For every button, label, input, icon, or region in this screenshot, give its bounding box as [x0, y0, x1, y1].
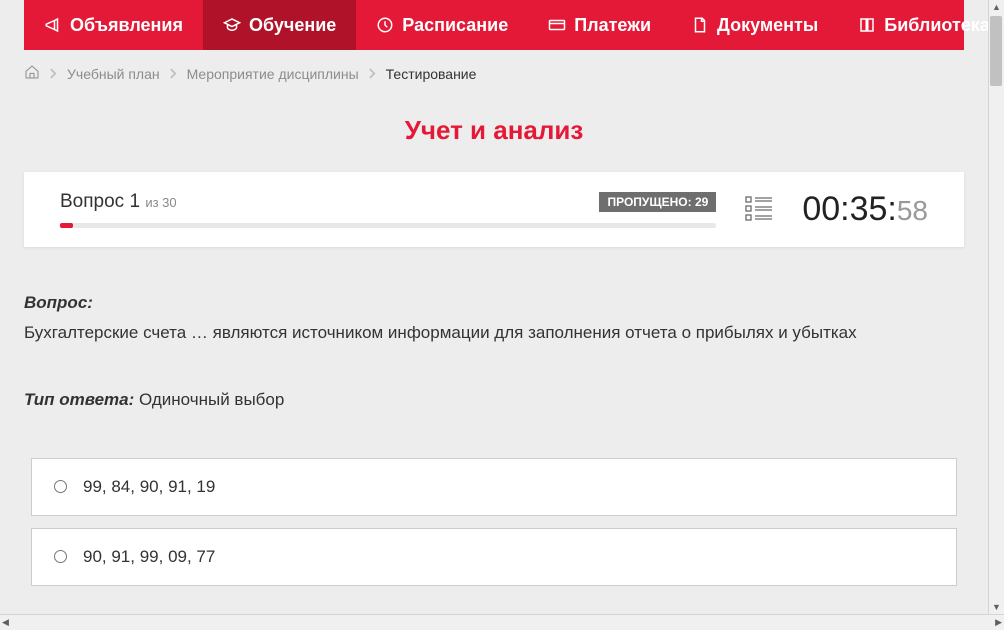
book-icon: [858, 16, 876, 34]
progress-fill: [60, 223, 73, 228]
breadcrumb-current: Тестирование: [386, 66, 477, 82]
chevron-right-icon: [369, 66, 376, 82]
of-label: из: [145, 195, 158, 210]
radio-input[interactable]: [54, 550, 67, 563]
nav-payments[interactable]: Платежи: [528, 0, 671, 50]
nav-documents[interactable]: Документы: [671, 0, 838, 50]
question-counter: Вопрос 1 из 30: [60, 191, 177, 213]
progress-bar: [60, 223, 716, 228]
timer-seconds: 58: [897, 195, 928, 226]
skipped-count: 29: [695, 195, 708, 209]
breadcrumb-link-plan[interactable]: Учебный план: [67, 66, 160, 82]
nav-label: Платежи: [574, 15, 651, 36]
nav-label: Документы: [717, 15, 818, 36]
scroll-thumb[interactable]: [990, 16, 1002, 86]
question-block: Вопрос: Бухгалтерские счета … являются и…: [24, 293, 964, 410]
chevron-right-icon: [50, 66, 57, 82]
question-text: Бухгалтерские счета … являются источнико…: [24, 321, 964, 346]
question-total: 30: [162, 195, 176, 210]
answer-type-label: Тип ответа:: [24, 390, 134, 409]
timer-main: 00:35:: [802, 190, 897, 228]
skipped-badge: ПРОПУЩЕНО: 29: [599, 192, 716, 212]
home-icon[interactable]: [24, 64, 40, 83]
option-label: 99, 84, 90, 91, 19: [83, 477, 215, 497]
question-prefix: Вопрос: [60, 191, 124, 212]
scroll-down-arrow[interactable]: ▼: [990, 600, 1003, 614]
answer-option[interactable]: 99, 84, 90, 91, 19: [31, 458, 957, 516]
nav-library[interactable]: Библиотека: [838, 0, 988, 50]
question-number: 1: [129, 191, 140, 212]
nav-schedule[interactable]: Расписание: [356, 0, 528, 50]
skipped-label: ПРОПУЩЕНО:: [607, 195, 691, 209]
breadcrumb: Учебный план Мероприятие дисциплины Тест…: [24, 50, 964, 97]
graduation-icon: [223, 16, 241, 34]
answer-type: Тип ответа: Одиночный выбор: [24, 390, 964, 410]
nav-label: Обучение: [249, 15, 336, 36]
answer-type-value: Одиночный выбор: [139, 390, 284, 409]
megaphone-icon: [44, 16, 62, 34]
scroll-up-arrow[interactable]: ▲: [990, 0, 1003, 14]
breadcrumb-link-event[interactable]: Мероприятие дисциплины: [187, 66, 359, 82]
clock-icon: [376, 16, 394, 34]
answer-option[interactable]: 90, 91, 99, 09, 77: [31, 528, 957, 586]
status-card: Вопрос 1 из 30 ПРОПУЩЕНО: 29: [24, 172, 964, 247]
top-nav: Объявления Обучение Расписание Платежи Д…: [24, 0, 964, 50]
scroll-left-arrow[interactable]: ◀: [0, 615, 11, 630]
question-list-icon[interactable]: [744, 193, 774, 226]
option-label: 90, 91, 99, 09, 77: [83, 547, 215, 567]
horizontal-scrollbar[interactable]: ◀ ▶: [0, 614, 1004, 630]
vertical-scrollbar[interactable]: ▲ ▼: [988, 0, 1004, 614]
nav-label: Библиотека: [884, 15, 988, 36]
answer-options: 99, 84, 90, 91, 19 90, 91, 99, 09, 77: [31, 458, 957, 586]
chevron-right-icon: [170, 66, 177, 82]
question-heading: Вопрос:: [24, 293, 964, 313]
scroll-right-arrow[interactable]: ▶: [993, 615, 1004, 630]
nav-label: Объявления: [70, 15, 183, 36]
timer: 00:35:58: [802, 190, 928, 229]
page-title: Учет и анализ: [0, 97, 988, 172]
nav-announcements[interactable]: Объявления: [24, 0, 203, 50]
document-icon: [691, 16, 709, 34]
radio-input[interactable]: [54, 480, 67, 493]
nav-education[interactable]: Обучение: [203, 0, 356, 50]
nav-label: Расписание: [402, 15, 508, 36]
card-icon: [548, 16, 566, 34]
